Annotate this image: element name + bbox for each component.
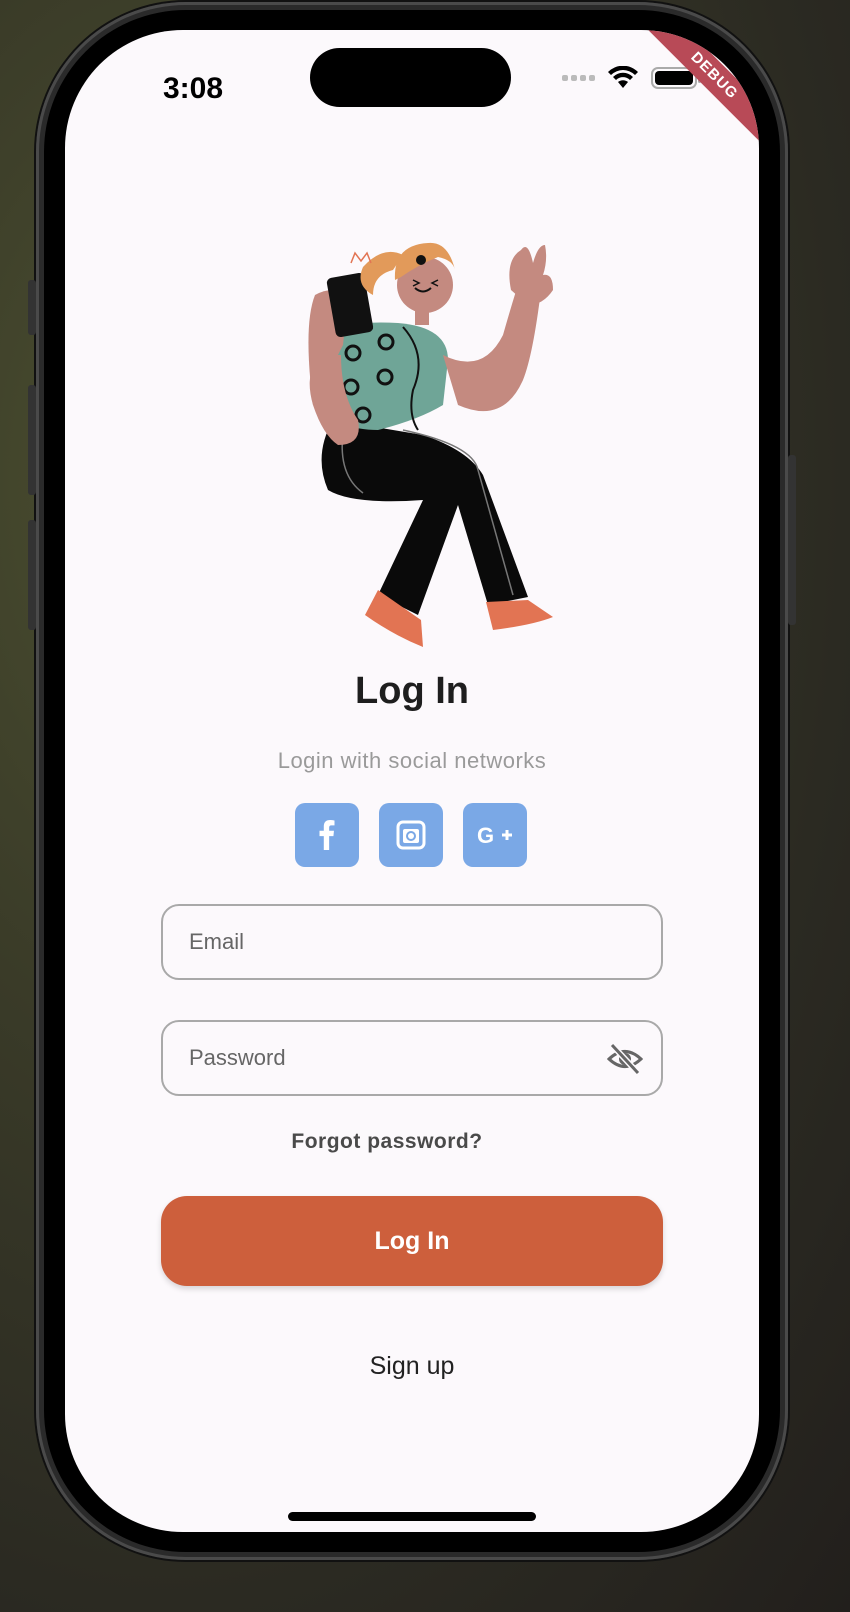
instagram-icon <box>396 820 426 850</box>
volume-down-button <box>28 520 36 630</box>
cellular-signal-icon <box>562 75 595 81</box>
page-title: Log In <box>355 670 469 712</box>
status-time: 3:08 <box>163 72 224 105</box>
visibility-off-icon[interactable] <box>607 1042 643 1076</box>
social-login-row: G <box>295 803 527 867</box>
volume-up-button <box>28 385 36 495</box>
app-screen: 3:08 DEBUG Log In Login with social netw… <box>65 30 759 1532</box>
svg-text:G: G <box>477 823 494 848</box>
signup-link[interactable]: Sign up <box>65 1352 759 1381</box>
home-indicator <box>288 1512 536 1521</box>
google-plus-login-button[interactable]: G <box>463 803 527 867</box>
facebook-icon <box>319 820 335 850</box>
person-illustration <box>308 242 553 647</box>
email-input[interactable] <box>187 928 637 956</box>
wifi-icon <box>608 66 638 88</box>
password-input[interactable] <box>187 1044 637 1072</box>
password-field[interactable] <box>161 1020 663 1096</box>
instagram-login-button[interactable] <box>379 803 443 867</box>
login-button[interactable]: Log In <box>161 1196 663 1286</box>
power-button <box>788 455 796 625</box>
email-field[interactable] <box>161 904 663 980</box>
forgot-password-link[interactable]: Forgot password? <box>65 1130 709 1154</box>
status-indicators <box>562 66 701 90</box>
mute-switch <box>28 280 36 335</box>
facebook-login-button[interactable] <box>295 803 359 867</box>
google-plus-icon: G <box>477 823 512 848</box>
social-login-subtitle: Login with social networks <box>277 748 547 773</box>
dynamic-island <box>310 48 511 107</box>
